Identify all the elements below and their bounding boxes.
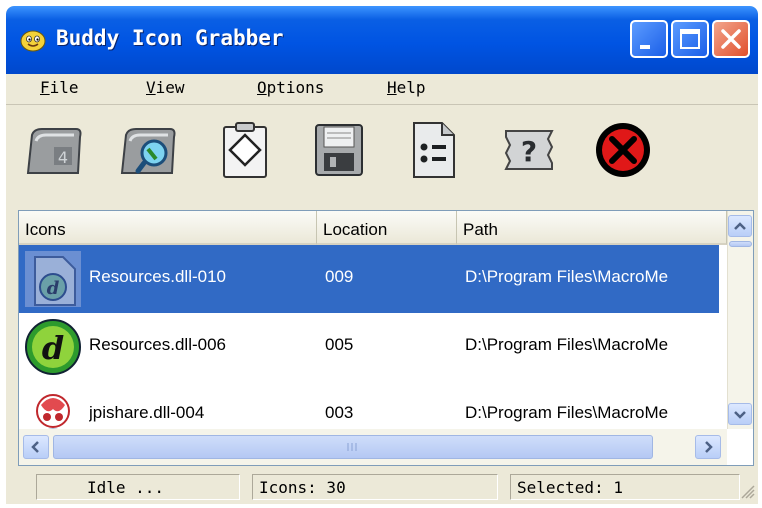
app-window: Buddy Icon Grabber File View Options Hel… [6,6,758,504]
status-icon-count: Icons: 30 [252,474,498,500]
open-folder-icon[interactable]: 4 [24,119,86,181]
save-disk-icon[interactable] [308,119,370,181]
clipboard-icon[interactable] [214,119,276,181]
menu-bar: File View Options Help [6,74,758,105]
row-location: 003 [325,403,354,422]
title-bar[interactable]: Buddy Icon Grabber [6,6,758,74]
close-button[interactable] [712,20,750,58]
scroll-left-button[interactable] [23,435,49,459]
row-path: D:\Program Files\MacroMe [465,403,669,422]
column-header-location[interactable]: Location [317,211,457,245]
maximize-button[interactable] [671,20,709,58]
vertical-scrollbar[interactable] [727,211,753,429]
menu-file-label: ile [49,78,79,97]
menu-options-label: ptions [266,78,325,97]
table-row[interactable]: d Resources.dll-006 005 D:\Program Files… [19,313,719,381]
close-x-icon [721,29,741,49]
row-path: D:\Program Files\MacroMe [465,335,669,354]
icon-list[interactable]: Icons Location Path d Resources.dll-010 … [18,210,754,466]
vertical-scroll-thumb[interactable] [729,241,752,247]
svg-text:?: ? [521,135,537,168]
chevron-left-icon [31,441,39,453]
minimize-button[interactable] [630,20,668,58]
column-header-icons[interactable]: Icons [19,211,317,245]
scroll-down-button[interactable] [728,403,752,425]
row-name: jpishare.dll-004 [89,403,205,422]
chevron-right-icon [705,441,713,453]
menu-options-accel: O [257,78,267,97]
row-path: D:\Program Files\MacroMe [465,267,669,286]
menu-file-accel: F [40,78,50,97]
row-name: Resources.dll-006 [89,335,227,354]
table-row[interactable]: d Resources.dll-010 009 D:\Program Files… [19,245,719,313]
column-header-path[interactable]: Path [457,211,727,245]
svg-text:4: 4 [58,148,68,167]
toolbar: 4 ? [6,105,758,203]
resize-grip-icon[interactable] [740,484,756,500]
menu-options[interactable]: Options [257,78,324,97]
search-folder-icon[interactable] [118,119,180,181]
dreamweaver-icon: d [25,251,81,307]
help-question-icon[interactable]: ? [498,119,560,181]
menu-view-accel: V [146,78,156,97]
menu-file[interactable]: File [40,78,79,97]
horizontal-scrollbar[interactable] [19,429,727,465]
status-state: Idle ... [36,474,240,500]
menu-help-label: elp [396,78,426,97]
menu-help[interactable]: Help [387,78,426,97]
scroll-right-button[interactable] [695,435,721,459]
row-name: Resources.dll-010 [89,267,227,286]
svg-text:d: d [42,329,64,367]
dreamweaver-icon: d [25,319,81,375]
menu-view-label: iew [155,78,185,97]
chevron-down-icon [734,411,746,419]
menu-help-accel: H [387,78,397,97]
minimize-icon [640,45,650,49]
row-location: 009 [325,267,354,286]
properties-icon[interactable] [402,119,464,181]
chevron-up-icon [734,222,746,230]
svg-text:d: d [47,278,60,299]
status-bar: Idle ... Icons: 30 Selected: 1 [6,470,758,504]
smiley-icon [20,30,46,52]
menu-view[interactable]: View [146,78,185,97]
window-title: Buddy Icon Grabber [56,26,284,50]
stop-icon[interactable] [592,119,654,181]
scroll-up-button[interactable] [728,215,752,237]
horizontal-scroll-thumb[interactable] [53,435,653,459]
grip-icon [347,443,357,451]
row-location: 005 [325,335,354,354]
status-selected-count: Selected: 1 [510,474,740,500]
maximize-icon [680,29,700,49]
